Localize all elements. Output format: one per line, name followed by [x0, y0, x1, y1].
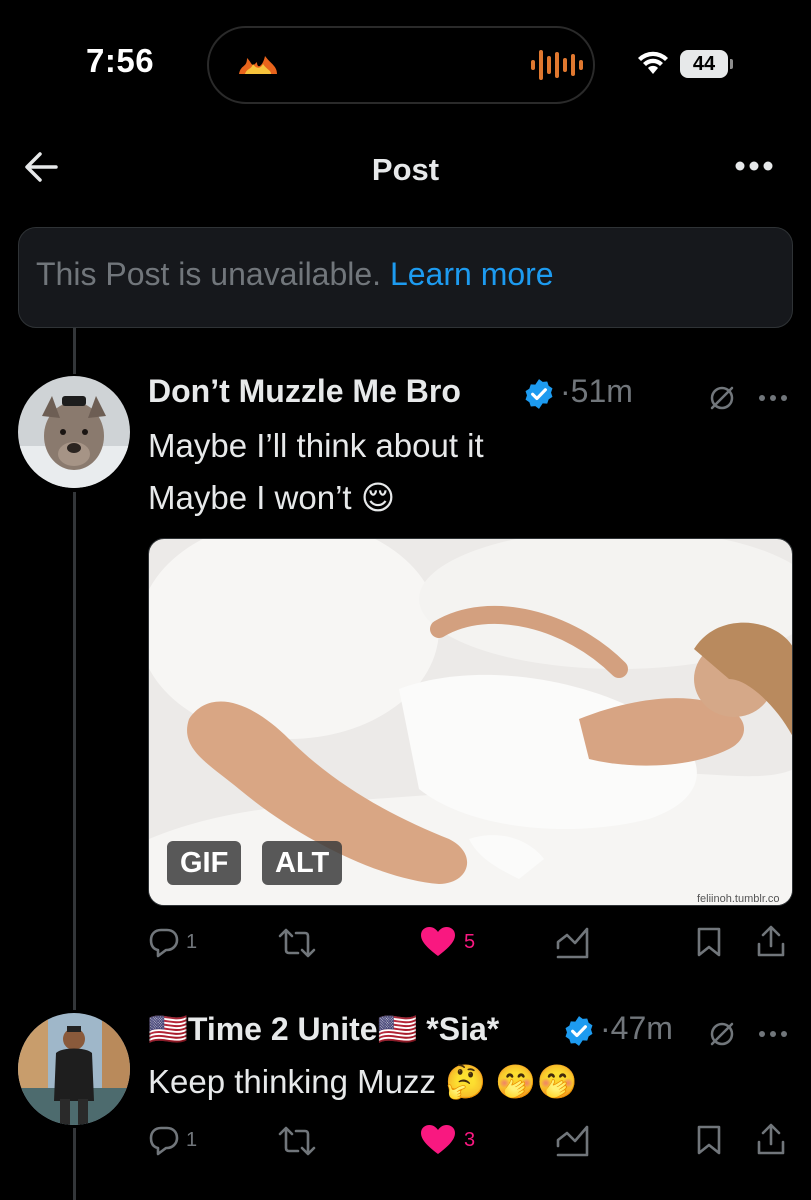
alt-badge[interactable]: ALT — [262, 841, 343, 885]
reply-count: 1 — [186, 930, 198, 953]
reply-button[interactable]: 1 — [148, 926, 197, 958]
author-name[interactable]: Don’t Muzzle Me Bro — [148, 373, 461, 410]
gif-image — [149, 539, 792, 905]
share-icon[interactable] — [756, 1122, 786, 1156]
fire-app-icon — [239, 56, 277, 74]
page-title: Post — [371, 152, 440, 187]
person-avatar-image — [18, 1013, 130, 1125]
battery-nub — [730, 59, 733, 69]
author-display-name: Time 2 Unite — [187, 1011, 378, 1047]
watermark-text: feliinoh.tumblr.co — [697, 893, 780, 905]
post-text-line-2: Maybe I won’t 😌 — [148, 479, 396, 516]
author-name[interactable]: 🇺🇸Time 2 Unite🇺🇸 *Sia* — [148, 1010, 499, 1048]
wifi-icon — [638, 51, 668, 74]
heart-icon — [421, 1125, 455, 1154]
repost-icon[interactable] — [276, 928, 318, 958]
dog-avatar-image — [18, 376, 130, 488]
thread-connector-bottom — [73, 1128, 76, 1200]
thread-connector-top — [73, 328, 76, 374]
like-button[interactable]: 3 — [420, 1124, 475, 1156]
post-text-line-1: Maybe I’ll think about it — [148, 427, 484, 464]
post-time: 51m — [570, 373, 633, 409]
grok-icon[interactable] — [707, 1019, 737, 1049]
post-meta: ·51m — [560, 373, 633, 409]
us-flag-emoji: 🇺🇸 — [148, 1011, 188, 1047]
verified-icon — [565, 1016, 593, 1046]
views-icon[interactable] — [555, 1124, 591, 1158]
notice-message: This Post is unavailable. — [36, 256, 382, 292]
verified-icon — [525, 379, 553, 409]
author-name-suffix: *Sia* — [426, 1011, 500, 1047]
status-time: 7:56 — [86, 42, 155, 79]
unavailable-notice-text: This Post is unavailable. Learn more — [36, 256, 554, 293]
us-flag-emoji: 🇺🇸 — [377, 1011, 418, 1047]
reply-icon — [149, 928, 179, 958]
like-button[interactable]: 5 — [420, 926, 475, 958]
post-time: 47m — [610, 1010, 673, 1046]
more-icon[interactable] — [757, 393, 789, 403]
avatar[interactable] — [18, 1013, 130, 1125]
avatar[interactable] — [18, 376, 130, 488]
grok-icon[interactable] — [707, 383, 737, 413]
share-icon[interactable] — [756, 924, 786, 958]
more-icon[interactable] — [757, 1029, 789, 1039]
dynamic-island[interactable] — [207, 26, 595, 104]
gif-badge: GIF — [167, 841, 242, 885]
like-count: 3 — [464, 1128, 476, 1151]
reply-button[interactable]: 1 — [148, 1124, 197, 1156]
battery-indicator: 44 — [680, 50, 728, 78]
post-media-gif[interactable]: GIF ALT feliinoh.tumblr.co — [148, 538, 793, 906]
bookmark-icon[interactable] — [696, 926, 722, 958]
reply-icon — [149, 1126, 179, 1156]
repost-icon[interactable] — [276, 1126, 318, 1156]
post-text: Keep thinking Muzz 🤔 🤭🤭 — [148, 1063, 578, 1100]
bookmark-icon[interactable] — [696, 1124, 722, 1156]
learn-more-link[interactable]: Learn more — [390, 256, 554, 292]
post-meta: ·47m — [600, 1010, 673, 1046]
heart-icon — [421, 927, 455, 956]
audio-activity-icon — [531, 47, 583, 83]
more-icon[interactable] — [734, 160, 774, 172]
like-count: 5 — [464, 930, 476, 953]
views-icon[interactable] — [555, 926, 591, 960]
thread-connector — [73, 492, 76, 1010]
reply-count: 1 — [186, 1128, 198, 1151]
